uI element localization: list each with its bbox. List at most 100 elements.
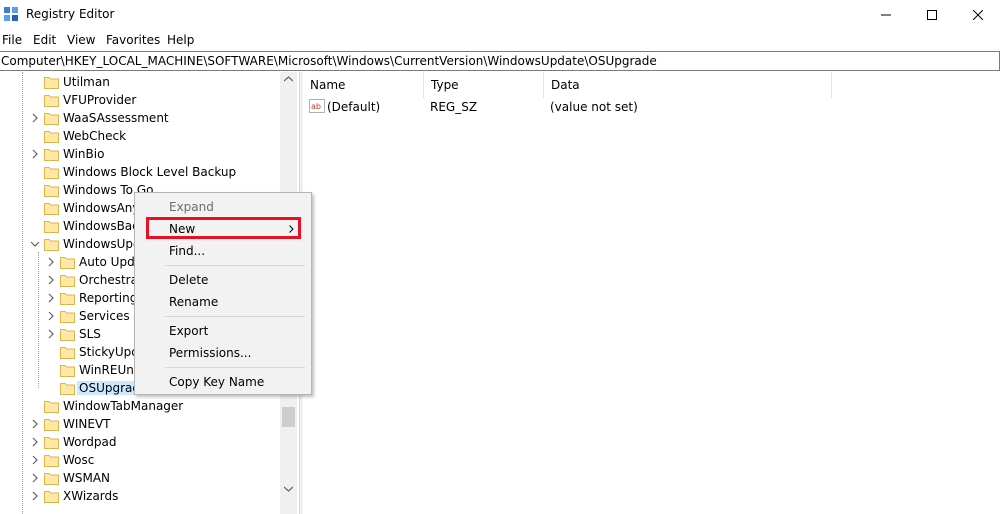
menu-bar: File Edit View Favorites Help <box>0 30 1001 50</box>
folder-icon <box>44 113 59 125</box>
tree-item[interactable]: WaaSAssessment <box>0 109 280 127</box>
chevron-right-icon[interactable] <box>30 454 40 466</box>
menu-help[interactable]: Help <box>167 33 194 47</box>
folder-icon <box>44 95 59 107</box>
menu-new[interactable]: New <box>146 217 301 239</box>
chevron-right-icon[interactable] <box>30 418 40 430</box>
tree-item-label: WindowTabManager <box>63 399 184 413</box>
column-data[interactable]: Data <box>544 72 832 98</box>
address-bar[interactable]: Computer\HKEY_LOCAL_MACHINE\SOFTWARE\Mic… <box>0 51 1000 71</box>
tree-item-label: Reporting <box>79 291 138 305</box>
registry-editor-icon <box>4 7 18 21</box>
folder-icon <box>44 473 59 485</box>
menu-separator <box>165 367 305 368</box>
scroll-down-icon[interactable] <box>284 486 293 492</box>
menu-separator <box>165 316 305 317</box>
tree-item[interactable]: WindowTabManager <box>0 397 280 415</box>
tree-item-label: Services <box>79 309 130 323</box>
minimize-button[interactable] <box>863 0 909 30</box>
folder-icon <box>60 311 75 323</box>
menu-rename[interactable]: Rename <box>169 295 218 309</box>
column-name[interactable]: Name <box>303 72 424 98</box>
folder-icon <box>44 131 59 143</box>
menu-view[interactable]: View <box>67 33 95 47</box>
tree-item-label: WSMAN <box>63 471 111 485</box>
menu-edit[interactable]: Edit <box>33 33 56 47</box>
folder-icon <box>44 149 59 161</box>
window-title: Registry Editor <box>26 7 115 21</box>
tree-item[interactable]: Wordpad <box>0 433 280 451</box>
tree-item-label: Wosc <box>63 453 95 467</box>
chevron-right-icon[interactable] <box>46 292 56 304</box>
tree-item-label: SLS <box>79 327 101 341</box>
folder-icon <box>44 437 59 449</box>
folder-icon <box>60 365 75 377</box>
folder-icon <box>44 455 59 467</box>
menu-favorites[interactable]: Favorites <box>106 33 160 47</box>
chevron-right-icon[interactable] <box>30 472 40 484</box>
tree-item-label: WebCheck <box>63 129 127 143</box>
tree-item[interactable]: WSMAN <box>0 469 280 487</box>
tree-item[interactable]: Windows Block Level Backup <box>0 163 280 181</box>
values-list[interactable]: Name Type Data ab (Default) REG_SZ (valu… <box>303 72 1001 514</box>
tree-item-label: Windows Block Level Backup <box>63 165 237 179</box>
chevron-right-icon[interactable] <box>46 256 56 268</box>
tree-item[interactable]: Utilman <box>0 73 280 91</box>
maximize-button[interactable] <box>909 0 955 30</box>
list-item[interactable]: ab (Default) REG_SZ (value not set) <box>303 98 903 116</box>
column-name-label: Name <box>310 78 346 92</box>
chevron-right-icon[interactable] <box>30 148 40 160</box>
minimize-icon <box>881 14 891 16</box>
tree-item-label: OSUpgrad <box>77 381 142 395</box>
folder-icon <box>44 185 59 197</box>
tree-item-label: WaaSAssessment <box>63 111 169 125</box>
menu-expand[interactable]: Expand <box>169 200 214 214</box>
chevron-right-icon[interactable] <box>46 274 56 286</box>
value-name: (Default) <box>327 100 381 114</box>
folder-icon <box>44 167 59 179</box>
folder-icon <box>60 329 75 341</box>
column-type[interactable]: Type <box>424 72 544 98</box>
tree-item[interactable]: WINEVT <box>0 415 280 433</box>
tree-item[interactable]: WebCheck <box>0 127 280 145</box>
chevron-right-icon[interactable] <box>30 490 40 502</box>
column-type-label: Type <box>431 78 459 92</box>
menu-delete[interactable]: Delete <box>169 273 208 287</box>
menu-permissions[interactable]: Permissions... <box>169 346 251 360</box>
address-path[interactable]: Computer\HKEY_LOCAL_MACHINE\SOFTWARE\Mic… <box>1 54 657 68</box>
menu-file[interactable]: File <box>2 33 22 47</box>
chevron-right-icon[interactable] <box>30 112 40 124</box>
tree-item-label: Utilman <box>63 75 110 89</box>
folder-icon <box>44 491 59 503</box>
tree-item-label: WinBio <box>63 147 105 161</box>
scroll-thumb[interactable] <box>282 407 295 427</box>
close-button[interactable] <box>955 0 1001 30</box>
close-icon <box>973 10 983 20</box>
svg-text:ab: ab <box>311 102 321 111</box>
menu-find[interactable]: Find... <box>169 244 205 258</box>
tree-item-label: Auto Upda <box>79 255 143 269</box>
tree-item-label: Wordpad <box>63 435 117 449</box>
context-menu: Expand New Find... Delete Rename Export … <box>134 192 312 395</box>
folder-icon <box>44 203 59 215</box>
title-bar: Registry Editor <box>0 0 1001 30</box>
value-data: (value not set) <box>550 100 638 114</box>
folder-icon <box>44 221 59 233</box>
menu-export[interactable]: Export <box>169 324 208 338</box>
menu-copy-key-name[interactable]: Copy Key Name <box>169 375 264 389</box>
tree-item[interactable]: Wosc <box>0 451 280 469</box>
folder-icon <box>60 347 75 359</box>
menu-new-label: New <box>169 222 196 236</box>
tree-item-label: WindowsAny <box>63 201 140 215</box>
chevron-right-icon[interactable] <box>30 436 40 448</box>
folder-icon <box>44 239 59 251</box>
tree-item-label: WindowsUpd <box>63 237 141 251</box>
chevron-right-icon[interactable] <box>46 328 56 340</box>
tree-item[interactable]: XWizards <box>0 487 280 505</box>
tree-item[interactable]: WinBio <box>0 145 280 163</box>
scroll-up-icon[interactable] <box>284 76 293 82</box>
chevron-down-icon[interactable] <box>30 238 40 250</box>
tree-item[interactable]: VFUProvider <box>0 91 280 109</box>
chevron-right-icon[interactable] <box>46 310 56 322</box>
folder-icon <box>60 383 75 395</box>
